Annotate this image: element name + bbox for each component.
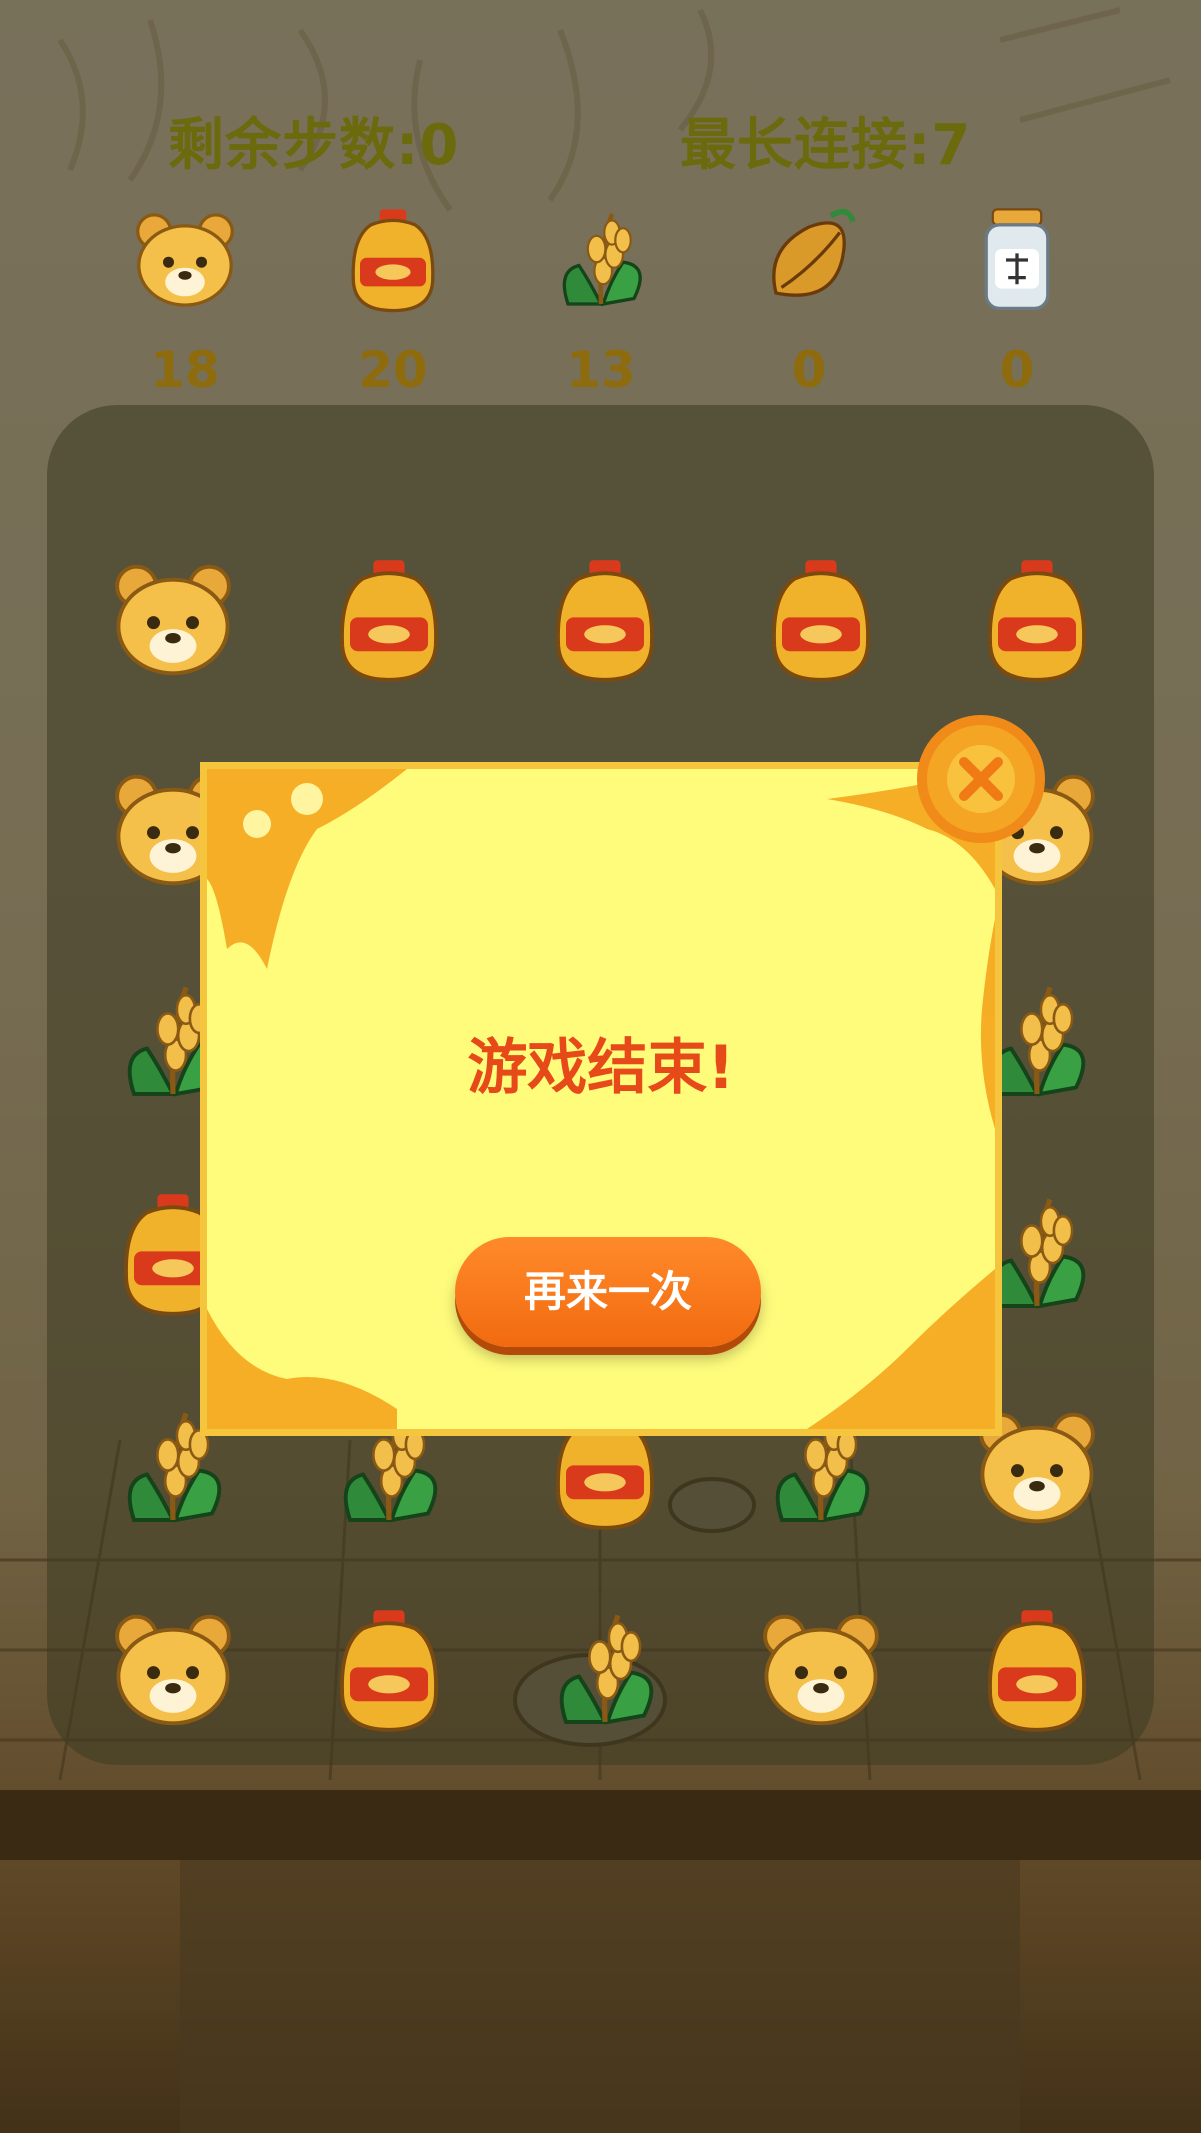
oil-icon	[771, 560, 871, 682]
counter-seed: 0	[734, 205, 884, 399]
tile-wheat[interactable]	[540, 1605, 670, 1735]
counter-jar: 0	[942, 205, 1092, 399]
bear-icon	[130, 205, 240, 315]
longest-chain: 最长连接:7	[680, 113, 972, 178]
oil-icon	[987, 560, 1087, 682]
tile-oil[interactable]	[972, 555, 1102, 685]
bear-icon	[115, 564, 231, 676]
tile-bear[interactable]	[756, 1605, 886, 1735]
tile-bear[interactable]	[108, 1605, 238, 1735]
close-button[interactable]	[917, 715, 1045, 843]
tile-oil[interactable]	[540, 555, 670, 685]
counter-value: 0	[999, 341, 1035, 399]
retry-button[interactable]: 再来一次	[455, 1237, 761, 1347]
game-over-title: 游戏结束!	[467, 1033, 735, 1103]
game-over-dialog: 游戏结束! 再来一次	[200, 762, 1002, 1436]
bear-icon	[115, 1614, 231, 1726]
wheat-icon	[546, 205, 656, 315]
close-icon	[947, 745, 1015, 813]
tile-oil[interactable]	[324, 1605, 454, 1735]
tile-bear[interactable]	[108, 555, 238, 685]
oil-bottle-icon	[338, 205, 448, 315]
counter-value: 13	[566, 341, 636, 399]
tile-oil[interactable]	[756, 555, 886, 685]
jar-icon	[962, 205, 1072, 315]
counter-bear: 18	[110, 205, 260, 399]
counter-value: 20	[358, 341, 428, 399]
stats-bar: 剩余步数:0 最长连接:7	[0, 100, 1201, 180]
oil-icon	[555, 560, 655, 682]
tile-oil[interactable]	[972, 1605, 1102, 1735]
oil-icon	[987, 1610, 1087, 1732]
seed-icon	[754, 205, 864, 315]
counter-value: 0	[791, 341, 827, 399]
counter-value: 18	[150, 341, 220, 399]
tile-oil[interactable]	[324, 555, 454, 685]
bear-icon	[763, 1614, 879, 1726]
steps-left: 剩余步数:0	[168, 113, 460, 178]
oil-icon	[339, 560, 439, 682]
wheat-icon	[559, 1614, 654, 1725]
counter-wheat: 13	[526, 205, 676, 399]
counter-oil: 20	[318, 205, 468, 399]
oil-icon	[339, 1610, 439, 1732]
